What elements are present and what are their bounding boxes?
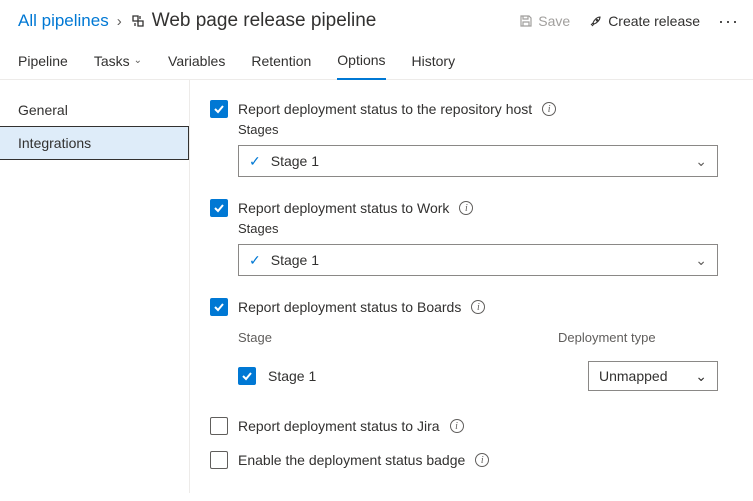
save-label: Save: [538, 13, 570, 29]
label-badge: Enable the deployment status badge: [238, 452, 465, 468]
check-icon: ✓: [249, 252, 261, 269]
info-icon[interactable]: i: [459, 201, 473, 215]
checkbox-repo-status[interactable]: [210, 100, 228, 118]
dropdown-work-stages[interactable]: ✓ Stage 1 ⌄: [238, 244, 718, 276]
more-menu-button[interactable]: ···: [718, 11, 739, 32]
pipeline-icon: [130, 13, 146, 29]
save-button: Save: [519, 13, 570, 29]
tab-history[interactable]: History: [412, 46, 456, 79]
dropdown-deploy-type[interactable]: Unmapped ⌄: [588, 361, 718, 391]
tab-options[interactable]: Options: [337, 46, 385, 80]
chevron-down-icon: ⌄: [134, 55, 142, 66]
chevron-right-icon: ›: [117, 13, 122, 30]
checkbox-boards-status[interactable]: [210, 298, 228, 316]
col-header-deploy: Deployment type: [558, 330, 718, 345]
breadcrumb-root[interactable]: All pipelines: [18, 11, 109, 31]
tab-tasks[interactable]: Tasks ⌄: [94, 46, 142, 79]
check-icon: ✓: [249, 153, 261, 170]
create-release-label: Create release: [608, 13, 700, 29]
checkbox-badge[interactable]: [210, 451, 228, 469]
label-jira-status: Report deployment status to Jira: [238, 418, 440, 434]
chevron-down-icon: ⌄: [695, 368, 707, 385]
dropdown-repo-stages[interactable]: ✓ Stage 1 ⌄: [238, 145, 718, 177]
sidenav-integrations[interactable]: Integrations: [0, 126, 189, 160]
tab-tasks-label: Tasks: [94, 53, 130, 69]
boards-stage-row: Stage 1 Unmapped ⌄: [238, 361, 718, 391]
tab-retention[interactable]: Retention: [251, 46, 311, 79]
label-repo-status: Report deployment status to the reposito…: [238, 101, 532, 117]
page-title: Web page release pipeline: [152, 10, 377, 32]
info-icon[interactable]: i: [471, 300, 485, 314]
dropdown-repo-value: Stage 1: [271, 153, 319, 169]
info-icon[interactable]: i: [542, 102, 556, 116]
chevron-down-icon: ⌄: [695, 252, 707, 269]
info-icon[interactable]: i: [450, 419, 464, 433]
tab-variables[interactable]: Variables: [168, 46, 225, 79]
col-header-stage: Stage: [238, 330, 558, 345]
label-work-status: Report deployment status to Work: [238, 200, 449, 216]
dropdown-work-value: Stage 1: [271, 252, 319, 268]
label-work-stages: Stages: [238, 221, 723, 236]
dropdown-deploy-value: Unmapped: [599, 368, 668, 384]
chevron-down-icon: ⌄: [695, 153, 707, 170]
label-boards-status: Report deployment status to Boards: [238, 299, 461, 315]
checkbox-boards-stage1[interactable]: [238, 367, 256, 385]
checkbox-work-status[interactable]: [210, 199, 228, 217]
rocket-icon: [588, 14, 603, 29]
label-repo-stages: Stages: [238, 122, 723, 137]
boards-stage-name: Stage 1: [268, 368, 588, 384]
create-release-button[interactable]: Create release: [588, 13, 700, 29]
info-icon[interactable]: i: [475, 453, 489, 467]
checkbox-jira-status[interactable]: [210, 417, 228, 435]
save-icon: [519, 14, 533, 28]
tab-pipeline[interactable]: Pipeline: [18, 46, 68, 79]
sidenav-general[interactable]: General: [0, 94, 189, 126]
